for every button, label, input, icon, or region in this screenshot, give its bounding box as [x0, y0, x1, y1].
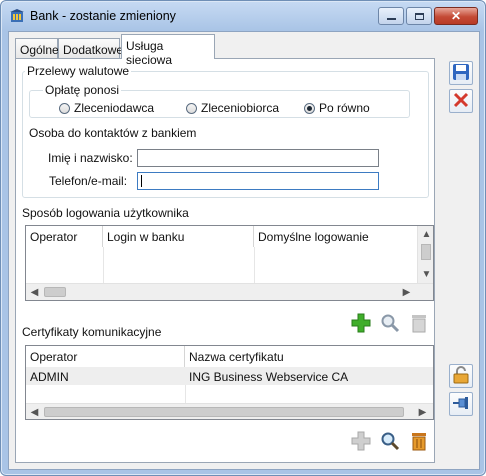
view-certificate-button[interactable]	[378, 312, 402, 336]
delete-certificate-button[interactable]	[407, 312, 431, 336]
minimize-icon	[386, 18, 396, 20]
radio-button-icon	[186, 102, 197, 114]
magnifier-icon	[380, 313, 400, 336]
scroll-left-arrow-icon[interactable]: ◀	[26, 404, 43, 419]
red-x-icon	[453, 92, 469, 111]
add-button[interactable]	[349, 430, 373, 454]
restore-icon	[414, 12, 424, 20]
tab-usluga-sieciowa[interactable]: Usługa sieciowa	[121, 34, 215, 67]
scroll-thumb[interactable]	[44, 407, 404, 417]
dialog-window: Bank - zostanie zmieniony ✕ Ogólne Dodat…	[0, 0, 486, 476]
radio-po-rowno[interactable]: Po równo	[304, 101, 370, 115]
radio-zleceniodawca-label: Zleceniodawca	[74, 101, 155, 115]
cell-certificate-name: ING Business Webservice CA	[189, 370, 349, 384]
column-divider	[103, 247, 104, 284]
pin-icon	[452, 394, 470, 415]
title-bar: Bank - zostanie zmieniony ✕	[1, 1, 485, 31]
name-field-label: Imię i nazwisko:	[48, 151, 133, 165]
login-vertical-scrollbar[interactable]: ▲ ▼	[417, 226, 433, 283]
trash-icon	[410, 431, 428, 454]
plus-icon	[351, 431, 371, 454]
phone-input[interactable]	[137, 172, 379, 190]
cell-operator: ADMIN	[30, 370, 69, 384]
contact-person-label: Osoba do kontaktów z bankiem	[29, 126, 197, 140]
certificates-table[interactable]: Operator Nazwa certyfikatu ADMIN ING Bus…	[25, 345, 434, 420]
scroll-right-arrow-icon[interactable]: ▶	[398, 284, 415, 300]
tab-dodatkowe[interactable]: Dodatkowe	[58, 38, 123, 58]
view-button[interactable]	[378, 430, 402, 454]
trash-icon	[410, 313, 428, 336]
scroll-thumb[interactable]	[421, 244, 431, 260]
tab-panel: Przelewy walutowe Opłatę ponosi Zlecenio…	[15, 58, 435, 463]
phone-field-label: Telefon/e-mail:	[49, 174, 128, 188]
dialog-body: Ogólne Dodatkowe Usługa sieciowa Przelew…	[8, 31, 480, 470]
window-title: Bank - zostanie zmieniony	[30, 9, 176, 23]
pin-button[interactable]	[449, 392, 473, 416]
column-header-certificate-name[interactable]: Nazwa certyfikatu	[185, 346, 433, 367]
column-divider	[185, 385, 186, 403]
floppy-disk-icon	[452, 63, 470, 84]
scroll-up-arrow-icon[interactable]: ▲	[418, 226, 433, 242]
table-row[interactable]: ADMIN ING Business Webservice CA	[26, 367, 433, 385]
radio-po-rowno-label: Po równo	[319, 101, 370, 115]
certificates-horizontal-scrollbar[interactable]: ◀ ▶	[26, 403, 433, 419]
scroll-left-arrow-icon[interactable]: ◀	[26, 284, 43, 300]
certificates-label: Certyfikaty komunikacyjne	[22, 325, 162, 339]
scroll-thumb[interactable]	[44, 287, 66, 297]
name-input[interactable]	[137, 149, 379, 167]
tab-ogolne[interactable]: Ogólne	[15, 38, 59, 58]
bank-app-icon	[10, 9, 24, 23]
magnifier-icon	[380, 431, 400, 454]
cancel-button[interactable]	[449, 89, 473, 113]
fees-label: Opłatę ponosi	[43, 83, 122, 97]
radio-button-icon	[59, 102, 70, 114]
close-icon: ✕	[450, 9, 462, 23]
foreign-transfers-label: Przelewy walutowe	[25, 64, 132, 78]
login-horizontal-scrollbar[interactable]: ◀ ▶	[26, 283, 433, 300]
column-header-operator[interactable]: Operator	[26, 346, 185, 367]
column-header-default-login[interactable]: Domyślne logowanie	[254, 226, 417, 247]
lock-button[interactable]	[449, 364, 473, 388]
save-button[interactable]	[449, 61, 473, 85]
padlock-icon	[452, 365, 470, 387]
login-method-label: Sposób logowania użytkownika	[22, 206, 189, 220]
scroll-down-arrow-icon[interactable]: ▼	[418, 266, 433, 282]
column-header-operator[interactable]: Operator	[26, 226, 103, 247]
close-button[interactable]: ✕	[434, 7, 478, 25]
scroll-right-arrow-icon[interactable]: ▶	[414, 404, 431, 419]
radio-zleceniobiorca-label: Zleceniobiorca	[201, 101, 280, 115]
maximize-button[interactable]	[406, 7, 432, 25]
minimize-button[interactable]	[378, 7, 404, 25]
add-certificate-button[interactable]	[349, 312, 373, 336]
radio-zleceniobiorca[interactable]: Zleceniobiorca	[186, 101, 279, 115]
green-plus-icon	[351, 313, 371, 336]
column-divider	[254, 247, 255, 284]
radio-button-selected-icon	[304, 102, 315, 114]
delete-button[interactable]	[407, 430, 431, 454]
text-caret	[141, 175, 142, 187]
column-header-login[interactable]: Login w banku	[103, 226, 254, 247]
login-table[interactable]: Operator Login w banku Domyślne logowani…	[25, 225, 434, 301]
radio-zleceniodawca[interactable]: Zleceniodawca	[59, 101, 154, 115]
